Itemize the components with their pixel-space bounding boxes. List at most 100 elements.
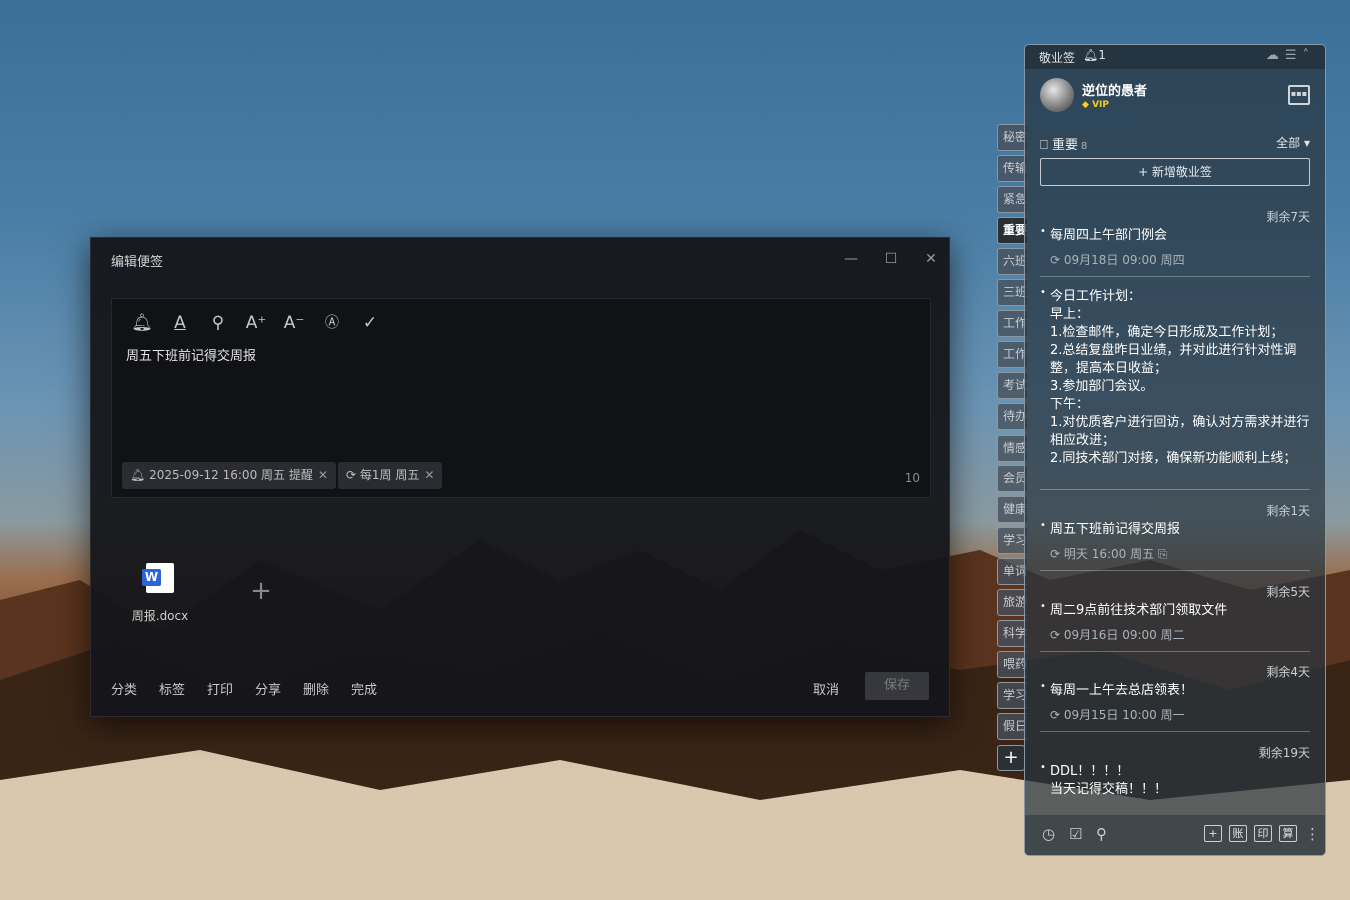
note-editor-box: 🔔︎ A ⚲ A⁺ A⁻ Ⓐ ✓ 周五下班前记得交周报 🔔︎ 2025-09-1… bbox=[111, 298, 931, 498]
close-button[interactable]: ✕ bbox=[920, 249, 942, 269]
check-icon[interactable]: ✓ bbox=[358, 311, 382, 335]
note-meta: ⟳ 09月18日 09:00 周四 bbox=[1050, 253, 1185, 267]
tab-category[interactable]: 考试 bbox=[997, 372, 1027, 399]
close-icon[interactable]: ✕ bbox=[318, 468, 328, 482]
notification-bell[interactable]: 🔔︎1 bbox=[1083, 48, 1106, 62]
add-note-button[interactable]: + 新增敬业签 bbox=[1040, 158, 1310, 186]
print-button[interactable]: 打印 bbox=[207, 679, 233, 698]
tab-category[interactable]: 待办 bbox=[997, 403, 1027, 430]
print-button[interactable]: 印 bbox=[1254, 825, 1272, 842]
category-button[interactable]: 分类 bbox=[111, 679, 137, 698]
note-item[interactable]: 剩余4天 每周一上午去总店领表！ ⟳ 09月15日 10:00 周一 bbox=[1040, 663, 1310, 723]
tab-category[interactable]: 六班 bbox=[997, 248, 1027, 275]
checklist-icon[interactable]: ☑ bbox=[1069, 825, 1082, 843]
note-meta: ⟳ 明天 16:00 周五 ⎘ bbox=[1050, 547, 1168, 561]
tab-category[interactable]: 假日 bbox=[997, 713, 1027, 740]
divider bbox=[1040, 731, 1310, 732]
attachment-item[interactable]: W 周报.docx bbox=[127, 563, 193, 624]
note-item[interactable]: 剩余5天 周二9点前往技术部门领取文件 ⟳ 09月16日 09:00 周二 bbox=[1040, 583, 1310, 643]
tag-button[interactable]: 标签 bbox=[159, 679, 185, 698]
add-icon[interactable]: + bbox=[1204, 825, 1222, 842]
note-item[interactable]: 剩余1天 周五下班前记得交周报 ⟳ 明天 16:00 周五 ⎘ bbox=[1040, 502, 1310, 562]
user-name: 逆位的愚者 bbox=[1082, 84, 1148, 99]
tab-category[interactable]: 喂药 bbox=[997, 651, 1027, 678]
bookmark-icon: ⎕ bbox=[1040, 138, 1052, 153]
collapse-icon[interactable]: ˄ bbox=[1303, 48, 1316, 63]
tab-category[interactable]: 学习 bbox=[997, 682, 1027, 709]
app-title: 敬业签 bbox=[1039, 51, 1076, 65]
more-icon[interactable]: ⋮ bbox=[1305, 825, 1320, 843]
search-icon[interactable]: ⚲ bbox=[1096, 825, 1107, 843]
note-meta: ⟳ 09月16日 09:00 周二 bbox=[1050, 628, 1185, 642]
add-attachment-button[interactable]: + bbox=[249, 576, 273, 606]
repeat-chip[interactable]: ⟳ 每1周 周五 ✕ bbox=[338, 462, 443, 489]
maximize-button[interactable]: ☐ bbox=[880, 249, 902, 269]
remaining-days: 剩余4天 bbox=[1266, 665, 1310, 679]
tab-category[interactable]: 学习 bbox=[997, 527, 1027, 554]
tab-category[interactable]: 健康 bbox=[997, 496, 1027, 523]
note-item[interactable]: 今日工作计划： 早上： 1.检查邮件，确定今日形成及工作计划； 2.总结复盘昨日… bbox=[1040, 288, 1310, 473]
note-text[interactable]: 周五下班前记得交周报 bbox=[126, 345, 256, 364]
avatar[interactable] bbox=[1040, 78, 1074, 112]
note-text: 每周四上午部门例会 bbox=[1040, 223, 1310, 245]
share-button[interactable]: 分享 bbox=[255, 679, 281, 698]
divider bbox=[1040, 276, 1310, 277]
note-text: 周五下班前记得交周报 bbox=[1040, 517, 1310, 539]
remaining-days: 剩余1天 bbox=[1266, 504, 1310, 518]
format-clear-icon[interactable]: Ⓐ bbox=[320, 311, 344, 335]
menu-icon[interactable]: ☰ bbox=[1285, 48, 1303, 63]
notification-count: 1 bbox=[1098, 48, 1106, 62]
repeat-icon: ⟳ bbox=[346, 468, 360, 482]
attachment-name: 周报.docx bbox=[131, 609, 189, 623]
remaining-days: 剩余19天 bbox=[1258, 746, 1310, 760]
account-button[interactable]: 账 bbox=[1229, 825, 1247, 842]
tab-category[interactable]: 工作 bbox=[997, 341, 1027, 368]
note-text: 今日工作计划： 早上： 1.检查邮件，确定今日形成及工作计划； 2.总结复盘昨日… bbox=[1040, 288, 1310, 468]
tab-category[interactable]: 三班 bbox=[997, 279, 1027, 306]
cloud-sync-icon[interactable]: ☁ bbox=[1266, 48, 1285, 63]
tab-category[interactable]: 旅游 bbox=[997, 589, 1027, 616]
panel-footer: ◷ ☑ ⚲ + 账 印 算 ⋮ bbox=[1025, 815, 1325, 855]
tab-category[interactable]: 单词 bbox=[997, 558, 1027, 585]
font-increase-icon[interactable]: A⁺ bbox=[244, 311, 268, 335]
tab-category[interactable]: 会员 bbox=[997, 465, 1027, 492]
vip-badge: ◆ VIP bbox=[1082, 100, 1109, 110]
calendar-icon[interactable]: ▪▪▪ bbox=[1288, 85, 1310, 105]
complete-button[interactable]: 完成 bbox=[351, 679, 377, 698]
tab-category[interactable]: 科学 bbox=[997, 620, 1027, 647]
sticky-note-panel: 敬业签 🔔︎1 ☁☰˄ 逆位的愚者 ◆ VIP ▪▪▪ ⎕ 重要 8 全部 ▾ +… bbox=[1024, 44, 1326, 856]
minimize-button[interactable]: — bbox=[840, 249, 862, 269]
reminder-chip[interactable]: 🔔︎ 2025-09-12 16:00 周五 提醒 ✕ bbox=[122, 462, 336, 489]
text-color-icon[interactable]: A bbox=[168, 311, 192, 335]
bell-icon[interactable]: 🔔︎ bbox=[130, 311, 154, 335]
tab-category[interactable]: 紧急 bbox=[997, 186, 1027, 213]
tab-category[interactable]: 情感 bbox=[997, 435, 1027, 462]
search-icon[interactable]: ⚲ bbox=[206, 311, 230, 335]
char-count: 10 bbox=[904, 471, 920, 485]
clock-icon[interactable]: ◷ bbox=[1042, 825, 1055, 843]
tab-category[interactable]: 工作 bbox=[997, 310, 1027, 337]
edit-note-dialog: 编辑便签 — ☐ ✕ 🔔︎ A ⚲ A⁺ A⁻ Ⓐ ✓ 周五下班前记得交周报 🔔… bbox=[90, 237, 950, 717]
note-text: 周二9点前往技术部门领取文件 bbox=[1040, 598, 1310, 620]
add-category-button[interactable]: + bbox=[997, 745, 1025, 771]
save-button[interactable]: 保存 bbox=[865, 672, 929, 700]
calculate-button[interactable]: 算 bbox=[1279, 825, 1297, 842]
remaining-days: 剩余7天 bbox=[1266, 210, 1310, 224]
bell-icon: 🔔︎ bbox=[130, 468, 150, 482]
note-item[interactable]: 剩余19天 DDL！！！！ 当天记得交稿！！！ bbox=[1040, 744, 1310, 814]
tab-category[interactable]: 传输 bbox=[997, 155, 1027, 182]
word-document-icon: W bbox=[142, 563, 174, 593]
divider bbox=[1040, 489, 1310, 490]
dialog-title: 编辑便签 bbox=[111, 255, 164, 270]
tab-category[interactable]: 秘密 bbox=[997, 124, 1027, 151]
reminder-text: 2025-09-12 16:00 周五 提醒 bbox=[149, 468, 313, 482]
tab-important[interactable]: 重要 bbox=[997, 217, 1027, 244]
filter-dropdown[interactable]: 全部 ▾ bbox=[1276, 134, 1310, 151]
note-item[interactable]: 剩余7天 每周四上午部门例会 ⟳ 09月18日 09:00 周四 bbox=[1040, 208, 1310, 268]
note-text: DDL！！！！ 当天记得交稿！！！ bbox=[1040, 759, 1310, 799]
close-icon[interactable]: ✕ bbox=[424, 468, 434, 482]
font-decrease-icon[interactable]: A⁻ bbox=[282, 311, 306, 335]
cancel-button[interactable]: 取消 bbox=[813, 679, 839, 698]
delete-button[interactable]: 删除 bbox=[303, 679, 329, 698]
section-title: ⎕ 重要 8 bbox=[1040, 138, 1088, 153]
